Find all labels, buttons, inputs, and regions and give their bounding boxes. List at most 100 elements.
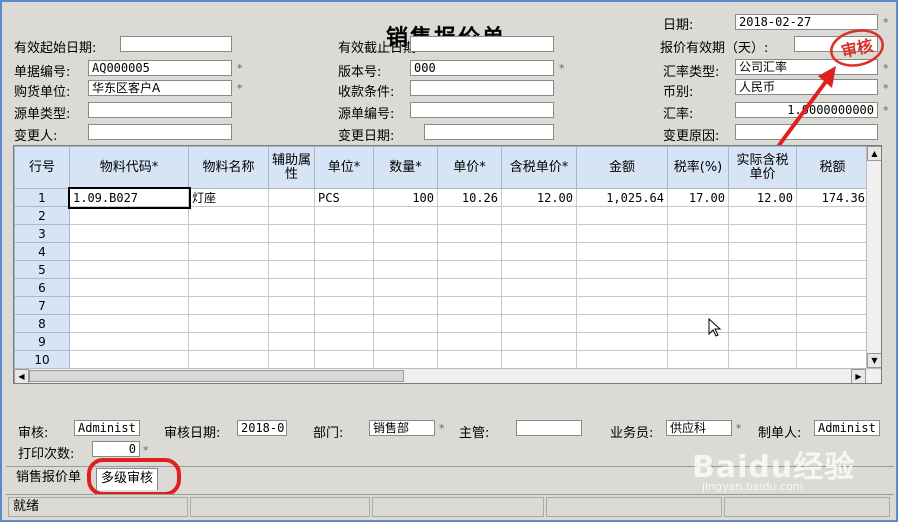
table-cell[interactable] bbox=[268, 314, 315, 333]
maker-field[interactable]: Administ bbox=[814, 420, 880, 436]
table-cell[interactable] bbox=[314, 350, 374, 369]
table-cell[interactable] bbox=[667, 278, 729, 297]
table-cell[interactable] bbox=[728, 242, 797, 261]
table-cell[interactable] bbox=[268, 350, 315, 369]
doc-no-field[interactable]: AQ000005 bbox=[88, 60, 232, 76]
table-cell[interactable] bbox=[501, 260, 577, 279]
table-cell[interactable] bbox=[501, 350, 577, 369]
column-header[interactable]: 物料代码* bbox=[69, 146, 189, 189]
valid-start-field[interactable] bbox=[120, 36, 232, 52]
table-row[interactable]: 6 bbox=[14, 278, 869, 297]
column-header[interactable]: 含税单价* bbox=[501, 146, 577, 189]
buyer-field[interactable]: 华东区客户A bbox=[88, 80, 232, 96]
scroll-thumb[interactable] bbox=[29, 370, 404, 382]
table-cell[interactable] bbox=[69, 296, 189, 315]
table-cell[interactable] bbox=[188, 296, 269, 315]
table-cell[interactable] bbox=[437, 242, 502, 261]
tab-sales-quote[interactable]: 销售报价单 bbox=[12, 468, 85, 490]
table-cell[interactable] bbox=[373, 332, 438, 351]
table-cell[interactable] bbox=[728, 224, 797, 243]
table-cell[interactable] bbox=[576, 260, 668, 279]
table-cell[interactable] bbox=[576, 224, 668, 243]
table-cell[interactable] bbox=[501, 278, 577, 297]
column-header[interactable]: 金额 bbox=[576, 146, 668, 189]
table-cell[interactable] bbox=[576, 278, 668, 297]
table-cell[interactable] bbox=[314, 224, 374, 243]
column-header[interactable]: 实际含税单价 bbox=[728, 146, 797, 189]
line-items-grid[interactable]: 行号 物料代码* 物料名称 辅助属性 单位* 数量* 单价* 含税单价* 金额 税率(%) 实际含税… bbox=[13, 145, 882, 384]
table-cell[interactable] bbox=[576, 314, 668, 333]
table-cell[interactable] bbox=[501, 224, 577, 243]
column-header[interactable]: 单位* bbox=[314, 146, 374, 189]
table-cell[interactable] bbox=[728, 314, 797, 333]
table-cell[interactable] bbox=[373, 206, 438, 225]
table-cell[interactable] bbox=[437, 350, 502, 369]
auditor-field[interactable]: Administ bbox=[74, 420, 140, 436]
column-header[interactable]: 数量* bbox=[373, 146, 438, 189]
table-cell[interactable]: PCS bbox=[314, 188, 374, 207]
scroll-up-icon[interactable]: ▲ bbox=[867, 146, 881, 161]
payment-field[interactable] bbox=[410, 80, 554, 96]
table-cell[interactable]: 灯座 bbox=[188, 188, 269, 207]
column-header[interactable]: 行号 bbox=[14, 146, 70, 189]
table-cell[interactable] bbox=[667, 296, 729, 315]
table-cell[interactable] bbox=[576, 332, 668, 351]
table-cell[interactable] bbox=[268, 332, 315, 351]
table-cell[interactable] bbox=[667, 224, 729, 243]
audit-date-field[interactable]: 2018-0 bbox=[237, 420, 287, 436]
table-row[interactable]: 10 bbox=[14, 350, 869, 369]
table-cell[interactable] bbox=[373, 350, 438, 369]
table-cell[interactable] bbox=[501, 206, 577, 225]
change-date-field[interactable] bbox=[424, 124, 554, 140]
grid-vertical-scrollbar[interactable]: ▲ ▼ bbox=[866, 146, 881, 383]
manager-field[interactable] bbox=[516, 420, 582, 436]
table-cell[interactable] bbox=[69, 260, 189, 279]
table-cell[interactable] bbox=[501, 314, 577, 333]
table-cell[interactable] bbox=[796, 332, 869, 351]
table-cell[interactable] bbox=[373, 242, 438, 261]
column-header[interactable]: 税率(%) bbox=[667, 146, 729, 189]
table-cell[interactable]: 174.36 bbox=[796, 188, 869, 207]
table-cell[interactable] bbox=[437, 332, 502, 351]
table-cell[interactable] bbox=[314, 332, 374, 351]
table-cell[interactable] bbox=[69, 224, 189, 243]
table-cell[interactable] bbox=[796, 224, 869, 243]
table-cell[interactable] bbox=[268, 260, 315, 279]
table-cell[interactable] bbox=[373, 296, 438, 315]
table-cell[interactable] bbox=[796, 350, 869, 369]
table-cell[interactable] bbox=[268, 206, 315, 225]
table-cell[interactable] bbox=[728, 260, 797, 279]
table-cell[interactable] bbox=[796, 278, 869, 297]
table-cell[interactable] bbox=[576, 296, 668, 315]
table-cell[interactable] bbox=[69, 278, 189, 297]
column-header[interactable]: 物料名称 bbox=[188, 146, 269, 189]
table-row[interactable]: 2 bbox=[14, 206, 869, 225]
table-cell[interactable] bbox=[437, 206, 502, 225]
table-cell[interactable] bbox=[188, 260, 269, 279]
table-cell[interactable]: 1,025.64 bbox=[576, 188, 668, 207]
table-cell[interactable] bbox=[796, 260, 869, 279]
table-cell[interactable] bbox=[188, 350, 269, 369]
table-cell[interactable] bbox=[268, 224, 315, 243]
table-cell[interactable]: 10.26 bbox=[437, 188, 502, 207]
table-cell[interactable] bbox=[188, 278, 269, 297]
changer-field[interactable] bbox=[88, 124, 232, 140]
table-cell[interactable]: 17.00 bbox=[667, 188, 729, 207]
table-row[interactable]: 5 bbox=[14, 260, 869, 279]
table-cell[interactable] bbox=[373, 278, 438, 297]
valid-end-field[interactable] bbox=[410, 36, 554, 52]
table-cell[interactable] bbox=[69, 332, 189, 351]
source-no-field[interactable] bbox=[410, 102, 554, 118]
print-count-field[interactable]: 0 bbox=[92, 441, 140, 457]
table-cell[interactable] bbox=[373, 224, 438, 243]
table-cell[interactable] bbox=[268, 242, 315, 261]
column-header[interactable]: 辅助属性 bbox=[268, 146, 315, 189]
table-cell[interactable] bbox=[188, 242, 269, 261]
table-cell[interactable]: 1.09.B027 bbox=[67, 186, 191, 209]
salesman-field[interactable]: 供应科 bbox=[666, 420, 732, 436]
table-row[interactable]: 9 bbox=[14, 332, 869, 351]
table-cell[interactable] bbox=[69, 350, 189, 369]
table-cell[interactable] bbox=[314, 314, 374, 333]
table-cell[interactable] bbox=[69, 206, 189, 225]
table-cell[interactable] bbox=[437, 314, 502, 333]
